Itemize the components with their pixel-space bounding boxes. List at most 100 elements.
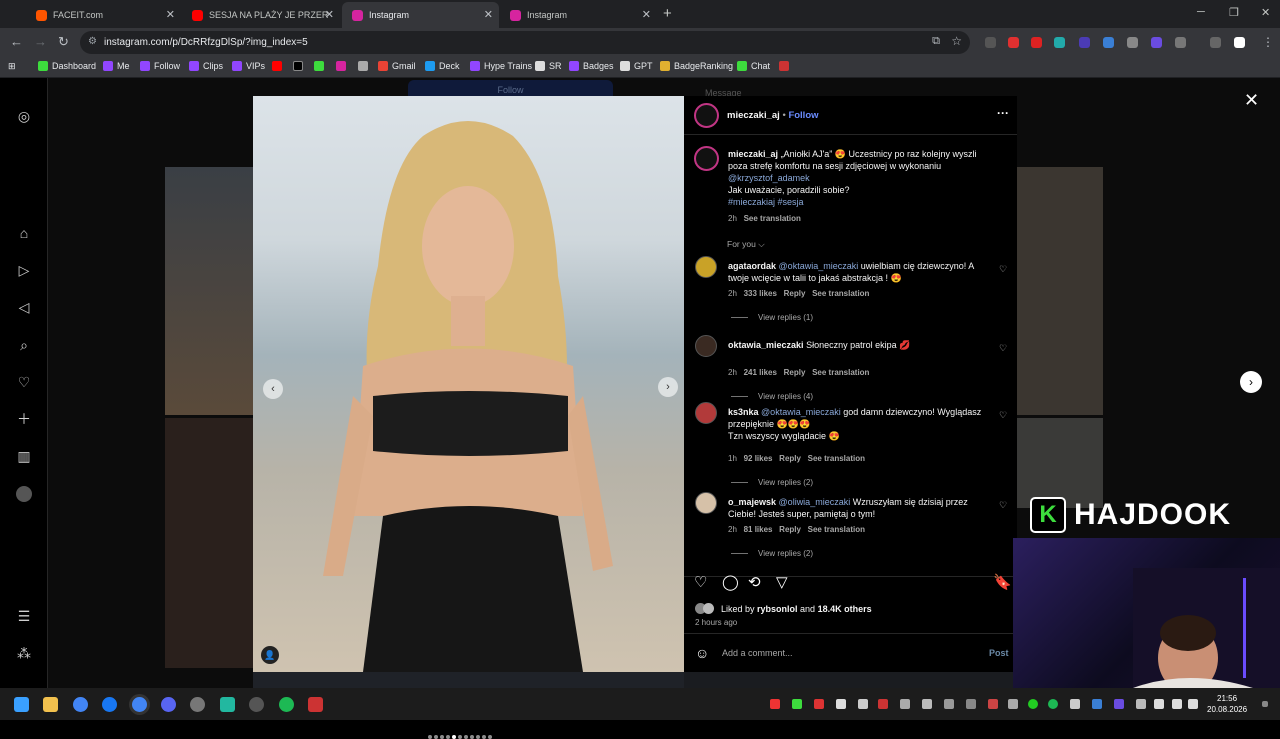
bookmark-extra2[interactable] <box>779 61 793 71</box>
comment-likes[interactable]: 241 likes <box>744 368 777 377</box>
install-icon[interactable]: ⧉ <box>932 35 940 48</box>
view-replies-button[interactable]: View replies (2) <box>731 549 813 558</box>
app-icon[interactable] <box>308 697 323 712</box>
tray-icon[interactable] <box>922 699 932 709</box>
view-replies-button[interactable]: View replies (4) <box>731 392 813 401</box>
tray-icon[interactable] <box>944 699 954 709</box>
grid-thumbnail[interactable] <box>1017 418 1103 508</box>
like-heart-icon[interactable]: ♡ <box>694 573 707 591</box>
profile-avatar[interactable] <box>1234 37 1245 48</box>
extension-icon[interactable] <box>1054 37 1065 48</box>
chrome-icon[interactable] <box>73 697 88 712</box>
see-translation-link[interactable]: See translation <box>808 525 865 534</box>
follow-button[interactable]: Follow <box>788 110 818 121</box>
extension-icon[interactable] <box>1103 37 1114 48</box>
see-translation-link[interactable]: See translation <box>808 454 865 463</box>
bookmark-gmail[interactable]: Gmail <box>378 61 416 71</box>
forward-icon[interactable]: → <box>34 34 47 49</box>
more-menu-icon[interactable]: ☰ <box>16 608 32 624</box>
tab-instagram-active[interactable]: Instagram ✕ <box>342 2 499 28</box>
commenter-username[interactable]: oktawia_mieczaki <box>728 340 804 350</box>
tray-icon[interactable] <box>792 699 802 709</box>
apps-grid-icon[interactable]: ⊞ <box>8 61 16 72</box>
search-icon[interactable]: ⌕ <box>16 337 32 353</box>
reply-button[interactable]: Reply <box>784 368 806 377</box>
app-icon[interactable] <box>220 697 235 712</box>
bookmark-extra[interactable] <box>358 61 372 71</box>
reading-list-icon[interactable] <box>1210 37 1221 48</box>
commenter-avatar[interactable] <box>695 492 717 514</box>
back-icon[interactable]: ← <box>10 34 23 49</box>
comment-like-icon[interactable]: ♡ <box>999 500 1007 511</box>
tray-icon[interactable] <box>1092 699 1102 709</box>
comment-mention[interactable]: @oktawia_mieczaki <box>761 407 841 417</box>
address-bar[interactable]: ⚙ instagram.com/p/DcRRfzgDlSp/?img_index… <box>80 31 970 54</box>
tab-instagram[interactable]: Instagram ✕ <box>500 2 657 28</box>
extension-icon[interactable] <box>1127 37 1138 48</box>
site-info-icon[interactable]: ⚙ <box>88 36 97 47</box>
add-comment-input[interactable]: Add a comment... <box>722 648 793 658</box>
bookmark-sr[interactable]: SR <box>535 61 562 71</box>
tray-icon[interactable] <box>988 699 998 709</box>
comment-likes[interactable]: 81 likes <box>744 525 773 534</box>
grid-thumbnail[interactable] <box>684 672 1017 688</box>
microphone-icon[interactable] <box>1154 699 1164 709</box>
tray-icon[interactable] <box>966 699 976 709</box>
tab-youtube[interactable]: SESJA NA PLAŻY JE PRZEROSŁA ✕ <box>182 2 340 28</box>
for-you-filter[interactable]: For you ⌵ <box>727 239 765 250</box>
extensions-puzzle-icon[interactable] <box>1175 37 1186 48</box>
tray-icon[interactable] <box>1028 699 1038 709</box>
profile-avatar[interactable] <box>16 486 32 502</box>
bookmark-clips[interactable]: Clips <box>189 61 223 71</box>
tray-icon[interactable] <box>814 699 824 709</box>
reply-button[interactable]: Reply <box>779 525 801 534</box>
file-explorer-icon[interactable] <box>43 697 58 712</box>
bookmark-youtube[interactable] <box>272 61 286 71</box>
extension-icon[interactable] <box>1008 37 1019 48</box>
tray-icon[interactable] <box>770 699 780 709</box>
facebook-icon[interactable] <box>102 697 117 712</box>
comment-like-icon[interactable]: ♡ <box>999 343 1007 354</box>
grid-thumbnail[interactable] <box>253 672 684 688</box>
next-slide-button[interactable]: › <box>658 377 678 397</box>
bookmark-kick[interactable] <box>314 61 328 71</box>
comment-likes[interactable]: 333 likes <box>744 289 777 298</box>
reels-icon[interactable]: ▷ <box>16 262 32 278</box>
more-options-icon[interactable]: ··· <box>997 106 1009 120</box>
tagged-user-icon[interactable]: 👤 <box>261 646 279 664</box>
volume-icon[interactable] <box>1188 699 1198 709</box>
extension-icon[interactable] <box>1151 37 1162 48</box>
repost-icon[interactable]: ⟲ <box>748 573 761 591</box>
steam-icon[interactable] <box>900 699 910 709</box>
close-window-icon[interactable]: ✕ <box>1261 6 1270 19</box>
bookmark-follow[interactable]: Follow <box>140 61 180 71</box>
bookmark-me[interactable]: Me <box>103 61 130 71</box>
close-tab-icon[interactable]: ✕ <box>166 8 175 21</box>
close-modal-icon[interactable]: ✕ <box>1244 90 1259 111</box>
commenter-avatar[interactable] <box>695 335 717 357</box>
post-photo[interactable]: ‹ › 👤 <box>253 96 684 672</box>
view-replies-button[interactable]: View replies (2) <box>731 478 813 487</box>
system-clock[interactable]: 21:56 20.08.2026 <box>1207 693 1247 715</box>
caption-mention-link[interactable]: @krzysztof_adamek <box>728 173 810 183</box>
tray-icon[interactable] <box>836 699 846 709</box>
share-icon[interactable]: ▽ <box>776 573 788 591</box>
post-comment-button[interactable]: Post <box>989 648 1009 658</box>
comment-icon[interactable]: ◯ <box>722 573 739 591</box>
instagram-logo-icon[interactable]: ◎ <box>16 108 32 124</box>
restore-icon[interactable]: ❐ <box>1229 6 1239 19</box>
bookmark-gpt[interactable]: GPT <box>620 61 653 71</box>
menu-kebab-icon[interactable]: ⋮ <box>1262 35 1274 49</box>
bookmark-hype-trains[interactable]: Hype Trains <box>470 61 532 71</box>
tray-icon[interactable] <box>1114 699 1124 709</box>
comment-likes[interactable]: 92 likes <box>744 454 773 463</box>
extension-icon[interactable] <box>985 37 996 48</box>
minimize-icon[interactable]: ─ <box>1197 6 1205 18</box>
spotify-tray-icon[interactable] <box>1048 699 1058 709</box>
tray-icon[interactable] <box>1136 699 1146 709</box>
grid-thumbnail[interactable] <box>165 418 253 668</box>
extension-icon[interactable] <box>1079 37 1090 48</box>
close-tab-icon[interactable]: ✕ <box>325 8 334 21</box>
bookmark-x[interactable] <box>293 61 307 71</box>
bookmark-dashboard[interactable]: Dashboard <box>38 61 96 71</box>
